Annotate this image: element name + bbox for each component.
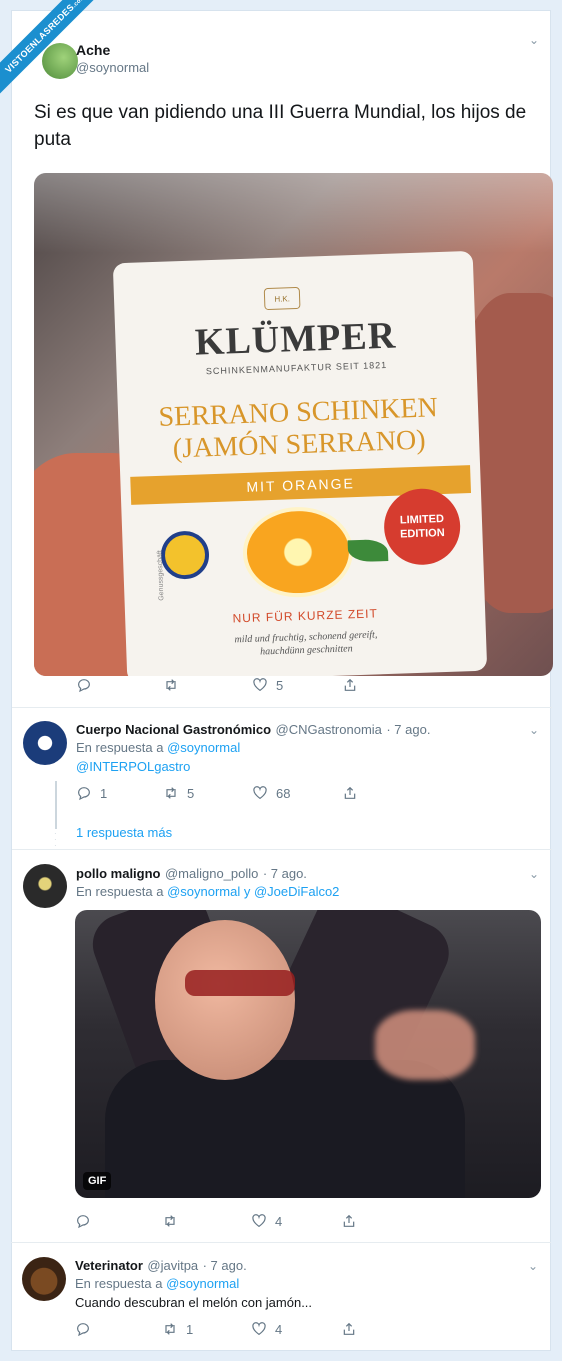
share-icon [344,786,356,799]
thread-line [55,781,57,829]
in-reply-to: En respuesta a @soynormal y @JoeDiFalco2 [76,884,339,899]
reply-count: 1 [100,785,108,801]
like-count: 68 [276,785,291,801]
like-button[interactable]: 68 [252,785,290,801]
gif-sunglasses [185,970,295,996]
gif-body [105,1060,465,1198]
gif-hand [375,1010,475,1080]
share-icon [344,678,356,691]
plastic-wrap [34,173,553,253]
author-handle[interactable]: @soynormal [76,60,149,75]
leaf-icon [347,538,389,563]
show-more-replies-link[interactable]: 1 respuesta más [76,825,172,840]
heart-icon [253,678,267,692]
orange-slice-icon [241,505,355,600]
tweet-text: Si es que van pidiendo una III Guerra Mu… [34,102,527,150]
retweet-button[interactable] [163,677,179,693]
reply-date[interactable]: · 7 ago. [386,722,430,737]
in-reply-to: En respuesta a @soynormal [76,740,240,755]
badge-line2: EDITION [399,526,445,541]
tweet-image[interactable]: H.K. KLÜMPER SCHINKENMANUFAKTUR SEIT 182… [34,173,553,676]
thread-dots-icon: · · · [54,829,57,850]
watermark-sub: .com [71,0,87,10]
reply-icon [78,787,90,801]
avatar[interactable] [23,721,67,765]
in-reply-prefix: En respuesta a [76,884,164,899]
heart-icon [253,786,267,800]
reply-author-handle[interactable]: @maligno_pollo [165,866,258,881]
retweet-count: 5 [187,785,195,801]
author-name[interactable]: Ache [76,42,149,58]
chevron-down-icon[interactable]: ⌄ [529,868,539,880]
product-description: mild und fruchtig, schonend gereift, hau… [126,625,487,664]
brand-crest: H.K. [263,286,301,311]
reply-author-name[interactable]: pollo maligno [76,866,161,881]
chevron-down-icon[interactable]: ⌄ [529,34,539,46]
retweet-icon [166,679,176,691]
divider [12,849,552,850]
like-button[interactable]: 5 [252,677,283,693]
gif-media[interactable]: GIF [75,910,541,1198]
retweet-icon [166,787,176,799]
like-count: 5 [276,677,284,693]
eu-seal-icon [160,530,210,580]
divider [12,707,552,708]
reply-author-name[interactable]: Cuerpo Nacional Gastronómico [76,722,271,737]
main-tweet-header: Ache @soynormal [76,42,149,75]
gif-badge: GIF [83,1172,112,1190]
avatar[interactable] [23,864,67,908]
product-title: SERRANO SCHINKEN (JAMÓN SERRANO) [118,391,480,468]
limited-edition-badge: LIMITED EDITION [382,487,462,567]
reply-button[interactable]: 1 [76,785,107,801]
reply-icon [78,679,90,693]
reply-header: pollo maligno @maligno_pollo · 7 ago. [76,865,536,883]
retweet-button[interactable]: 5 [163,785,194,801]
in-reply-link[interactable]: @soynormal y @JoeDiFalco2 [167,884,339,899]
share-button[interactable] [342,785,358,801]
in-reply-link[interactable]: @soynormal [167,740,240,755]
gif-head [155,920,295,1080]
avatar[interactable] [42,43,78,79]
reply-author-handle[interactable]: @CNGastronomia [276,722,382,737]
reply-button[interactable] [76,677,92,693]
reply-date[interactable]: · 7 ago. [263,866,307,881]
reply-text[interactable]: @INTERPOLgastro [76,759,190,774]
reply-header: Cuerpo Nacional Gastronómico @CNGastrono… [76,721,536,739]
in-reply-prefix: En respuesta a [76,740,164,755]
limited-time-text: NUR FÜR KURZE ZEIT [232,606,379,626]
share-button[interactable] [342,677,358,693]
product-label: H.K. KLÜMPER SCHINKENMANUFAKTUR SEIT 182… [112,250,488,676]
chevron-down-icon[interactable]: ⌄ [529,724,539,736]
